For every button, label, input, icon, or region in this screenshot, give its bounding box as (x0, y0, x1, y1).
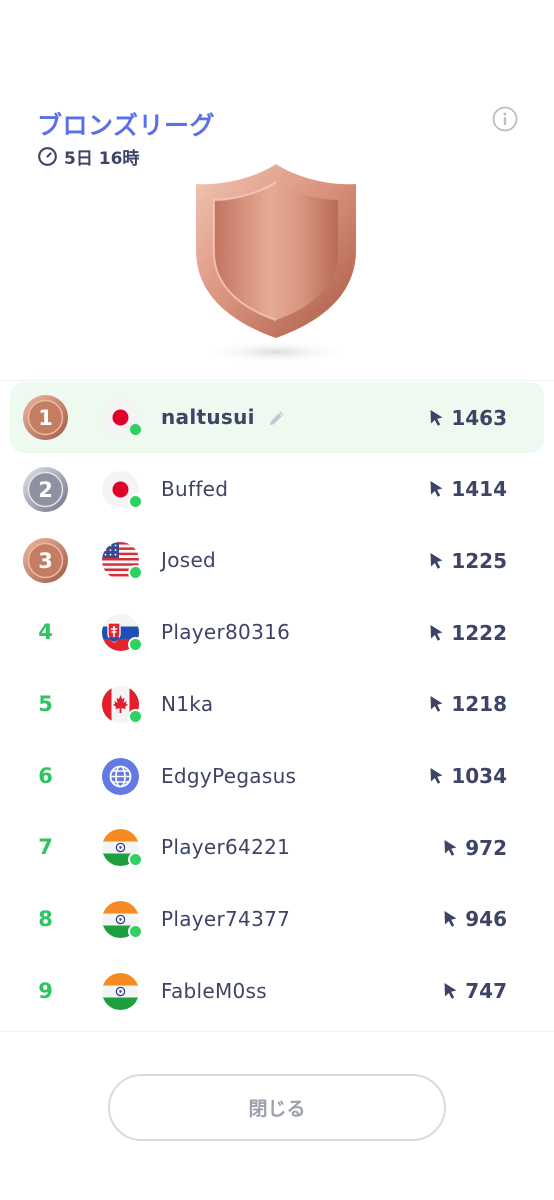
rank-number: 6 (38, 763, 53, 788)
player-name: Josed (161, 548, 217, 573)
leaderboard-row-current-user[interactable]: 1 naltusui 1463 (10, 382, 544, 453)
online-status-dot (128, 637, 143, 653)
score-value: 946 (465, 907, 507, 932)
leaderboard-row[interactable]: 5 N1ka 1218 (10, 669, 544, 740)
leaderboard-row[interactable]: 7 Player64221 972 (10, 812, 544, 883)
player-score: 1225 (429, 525, 507, 596)
online-status-dot (128, 923, 143, 939)
online-status-dot (128, 565, 143, 581)
score-value: 1225 (451, 548, 507, 573)
rank-number: 1 (38, 406, 53, 430)
cursor-icon (430, 552, 443, 569)
player-score: 1414 (429, 454, 507, 525)
leaderboard-row[interactable]: 9 FableM0ss 747 (10, 956, 544, 1027)
score-value: 1218 (451, 692, 507, 717)
info-icon[interactable] (492, 106, 518, 132)
rank-medal-silver: 2 (23, 466, 68, 512)
leaderboard-row[interactable]: 8 Player74377 946 (10, 884, 544, 955)
leaderboard-row[interactable]: 6 EdgyPegasus 1034 (10, 741, 544, 812)
leaderboard-row[interactable]: 2 Buffed 1414 (10, 454, 544, 525)
close-button[interactable]: 閉じる (108, 1074, 446, 1141)
player-name: FableM0ss (161, 978, 268, 1003)
player-score: 1034 (429, 741, 507, 812)
rank-number: 2 (38, 478, 53, 502)
time-remaining: 5日 16時 (37, 144, 139, 169)
score-value: 972 (465, 835, 507, 860)
cursor-icon (430, 696, 443, 713)
cursor-icon (430, 624, 443, 641)
cursor-icon (430, 768, 443, 784)
player-score: 1222 (429, 597, 507, 668)
pencil-icon[interactable] (267, 408, 287, 428)
player-score: 747 (443, 956, 507, 1027)
score-value: 1222 (451, 620, 507, 645)
leaderboard-list: 1 naltusui 1463 2 Buffed 1414 3 Josed 1225 4 Playe… (0, 380, 554, 1032)
rank-number: 8 (38, 906, 53, 931)
leaderboard-row[interactable]: 3 Josed 1225 (10, 525, 544, 596)
clock-icon (38, 147, 57, 166)
rank-number: 4 (38, 620, 53, 645)
score-value: 1463 (451, 405, 507, 430)
cursor-icon (430, 409, 443, 426)
player-name: Player80316 (161, 620, 291, 645)
rank-number: 9 (38, 978, 53, 1003)
cursor-icon (430, 481, 443, 497)
time-remaining-text: 5日 16時 (64, 149, 140, 169)
player-name: Player64221 (161, 835, 291, 860)
score-value: 747 (465, 979, 507, 1004)
bronze-shield-icon (196, 164, 356, 364)
rank-number: 3 (38, 549, 53, 573)
leaderboard-row[interactable]: 4 Player80316 1222 (10, 597, 544, 668)
player-name: N1ka (161, 691, 214, 716)
rank-number: 7 (38, 835, 53, 860)
player-name: EdgyPegasus (161, 763, 297, 788)
cursor-icon (444, 839, 457, 856)
rank-medal-bronze: 1 (23, 395, 68, 440)
player-score: 972 (443, 812, 507, 883)
player-score: 1218 (429, 669, 507, 740)
online-status-dot (128, 422, 143, 437)
score-value: 1034 (451, 764, 507, 788)
online-status-dot (128, 493, 143, 509)
league-header: ブロンズリーグ 5日 16時 (0, 0, 554, 380)
rank-medal-bronze: 3 (23, 538, 68, 584)
score-value: 1414 (451, 477, 507, 502)
cursor-icon (444, 911, 457, 928)
cursor-icon (444, 983, 457, 999)
india-flag-icon (102, 972, 139, 1010)
online-status-dot (128, 852, 143, 868)
player-score: 1463 (429, 382, 507, 453)
online-status-dot (128, 708, 143, 724)
globe-flag-icon (102, 757, 139, 795)
player-score: 946 (443, 884, 507, 955)
player-name: Player74377 (161, 906, 291, 931)
player-name: naltusui (161, 405, 255, 429)
rank-number: 5 (38, 691, 53, 716)
player-name: Buffed (161, 476, 229, 501)
league-title: ブロンズリーグ (37, 111, 216, 140)
